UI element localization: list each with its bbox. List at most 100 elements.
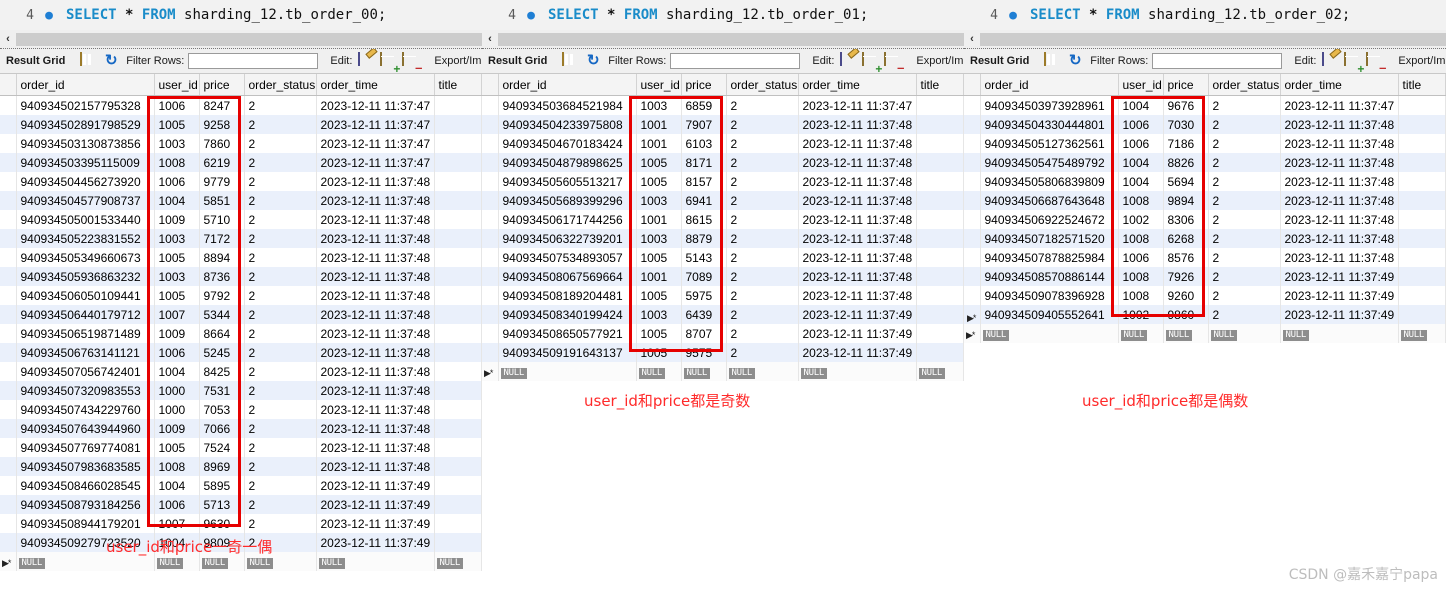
cell-title[interactable]	[1398, 153, 1446, 172]
cell-order-status[interactable]: 2	[244, 343, 317, 362]
cell-order-time[interactable]: 2023-12-11 11:37:48	[316, 362, 435, 381]
cell-order-status[interactable]: 2	[1208, 305, 1281, 324]
row-marker-cell[interactable]	[482, 324, 499, 343]
cell-order-time[interactable]: 2023-12-11 11:37:48	[798, 248, 917, 267]
cell-user-id[interactable]: 1005	[636, 248, 682, 267]
cell-order-status[interactable]: 2	[726, 286, 799, 305]
cell-order-id[interactable]: 940934503395115009	[16, 153, 155, 172]
cell-order-time[interactable]: 2023-12-11 11:37:48	[1280, 191, 1399, 210]
column-header-order-id[interactable]: order_id	[980, 74, 1119, 96]
row-marker-cell[interactable]	[0, 400, 17, 419]
cell-title[interactable]	[916, 267, 964, 286]
cell-title[interactable]	[1398, 115, 1446, 134]
cell-title[interactable]	[916, 305, 964, 324]
cell-price[interactable]: 5895	[199, 476, 245, 495]
cell-title[interactable]	[434, 248, 482, 267]
null-cell-order-id[interactable]: NULL	[498, 362, 637, 381]
filter-rows-input[interactable]	[670, 53, 801, 69]
cell-order-time[interactable]: 2023-12-11 11:37:48	[316, 381, 435, 400]
column-header-order-status[interactable]: order_status	[244, 74, 317, 96]
row-marker-cell[interactable]	[0, 153, 17, 172]
cell-order-time[interactable]: 2023-12-11 11:37:49	[316, 495, 435, 514]
cell-price[interactable]: 8306	[1163, 210, 1209, 229]
cell-order-time[interactable]: 2023-12-11 11:37:48	[1280, 153, 1399, 172]
cell-title[interactable]	[1398, 95, 1446, 115]
cell-user-id[interactable]: 1003	[636, 229, 682, 248]
cell-title[interactable]	[434, 495, 482, 514]
cell-order-id[interactable]: 940934504330444801	[980, 115, 1119, 134]
cell-title[interactable]	[1398, 210, 1446, 229]
refresh-icon[interactable]: ↻	[1066, 53, 1084, 69]
horizontal-scrollbar[interactable]: ‹	[964, 30, 1446, 49]
row-marker-cell[interactable]	[964, 153, 981, 172]
cell-price[interactable]: 6268	[1163, 229, 1209, 248]
cell-price[interactable]: 7926	[1163, 267, 1209, 286]
cell-order-status[interactable]: 2	[1208, 210, 1281, 229]
cell-price[interactable]: 7186	[1163, 134, 1209, 153]
cell-user-id[interactable]: 1004	[1118, 172, 1164, 191]
cell-order-time[interactable]: 2023-12-11 11:37:48	[316, 324, 435, 343]
cell-user-id[interactable]: 1001	[636, 210, 682, 229]
scroll-left-arrow[interactable]: ‹	[964, 31, 980, 47]
cell-order-status[interactable]: 2	[244, 324, 317, 343]
cell-title[interactable]	[916, 172, 964, 191]
cell-order-status[interactable]: 2	[244, 248, 317, 267]
cell-order-id[interactable]: 940934507769774081	[16, 438, 155, 457]
cell-price[interactable]: 9894	[1163, 191, 1209, 210]
cell-price[interactable]: 5694	[1163, 172, 1209, 191]
cell-order-time[interactable]: 2023-12-11 11:37:48	[316, 457, 435, 476]
cell-user-id[interactable]: 1006	[154, 343, 200, 362]
table-row[interactable]: 940934504456273920 1006 9779 2 2023-12-11 11…	[0, 172, 482, 191]
sql-editor-line[interactable]: 4 ● SELECT * FROM sharding_12.tb_order_0…	[0, 0, 482, 30]
cell-order-time[interactable]: 2023-12-11 11:37:49	[316, 533, 435, 552]
cell-order-status[interactable]: 2	[726, 248, 799, 267]
cell-title[interactable]	[916, 134, 964, 153]
cell-user-id[interactable]: 1009	[154, 324, 200, 343]
cell-order-id[interactable]: 940934507878825984	[980, 248, 1119, 267]
cell-user-id[interactable]: 1008	[154, 457, 200, 476]
cell-price[interactable]: 7030	[1163, 115, 1209, 134]
table-row[interactable]: 940934506440179712 1007 5344 2 2023-12-11 11…	[0, 305, 482, 324]
cell-order-id[interactable]: 940934507182571520	[980, 229, 1119, 248]
cell-price[interactable]: 9676	[1163, 95, 1209, 115]
row-marker-cell[interactable]	[0, 381, 17, 400]
cell-title[interactable]	[434, 115, 482, 134]
column-header-order-time[interactable]: order_time	[316, 74, 435, 96]
cell-order-status[interactable]: 2	[244, 153, 317, 172]
cell-order-status[interactable]: 2	[244, 210, 317, 229]
cell-price[interactable]: 8736	[199, 267, 245, 286]
cell-title[interactable]	[916, 95, 964, 115]
cell-price[interactable]: 7531	[199, 381, 245, 400]
table-row[interactable]: 940934508570886144 1008 7926 2 2023-12-11 11…	[964, 267, 1446, 286]
cell-price[interactable]: 5713	[199, 495, 245, 514]
cell-price[interactable]: 8171	[681, 153, 727, 172]
row-marker-cell[interactable]	[0, 191, 17, 210]
cell-title[interactable]	[434, 362, 482, 381]
cell-price[interactable]: 7053	[199, 400, 245, 419]
row-marker-cell[interactable]	[0, 514, 17, 533]
row-marker-cell[interactable]	[482, 286, 499, 305]
cell-title[interactable]	[916, 153, 964, 172]
cell-order-time[interactable]: 2023-12-11 11:37:47	[798, 95, 917, 115]
row-marker-cell[interactable]	[0, 115, 17, 134]
cell-user-id[interactable]: 1007	[154, 514, 200, 533]
cell-order-id[interactable]: 940934505605513217	[498, 172, 637, 191]
cell-order-status[interactable]: 2	[1208, 134, 1281, 153]
cell-user-id[interactable]: 1006	[1118, 248, 1164, 267]
result-grid-table[interactable]: order_id user_id price order_status orde…	[964, 74, 1446, 343]
pencil-icon[interactable]	[840, 52, 858, 69]
cell-order-time[interactable]: 2023-12-11 11:37:47	[1280, 95, 1399, 115]
cell-order-time[interactable]: 2023-12-11 11:37:48	[316, 400, 435, 419]
table-row[interactable]: 940934505349660673 1005 8894 2 2023-12-11 11…	[0, 248, 482, 267]
cell-order-time[interactable]: 2023-12-11 11:37:48	[798, 153, 917, 172]
cell-order-status[interactable]: 2	[244, 495, 317, 514]
cell-order-id[interactable]: 940934506171744256	[498, 210, 637, 229]
table-row[interactable]: 940934505001533440 1009 5710 2 2023-12-11 11…	[0, 210, 482, 229]
cell-title[interactable]	[434, 267, 482, 286]
cell-order-id[interactable]: 940934508189204481	[498, 286, 637, 305]
null-cell-price[interactable]: NULL	[681, 362, 727, 381]
cell-order-time[interactable]: 2023-12-11 11:37:49	[1280, 267, 1399, 286]
table-row[interactable]: 940934505936863232 1003 8736 2 2023-12-11 11…	[0, 267, 482, 286]
cell-order-time[interactable]: 2023-12-11 11:37:48	[798, 172, 917, 191]
cell-order-id[interactable]: 940934507983683585	[16, 457, 155, 476]
